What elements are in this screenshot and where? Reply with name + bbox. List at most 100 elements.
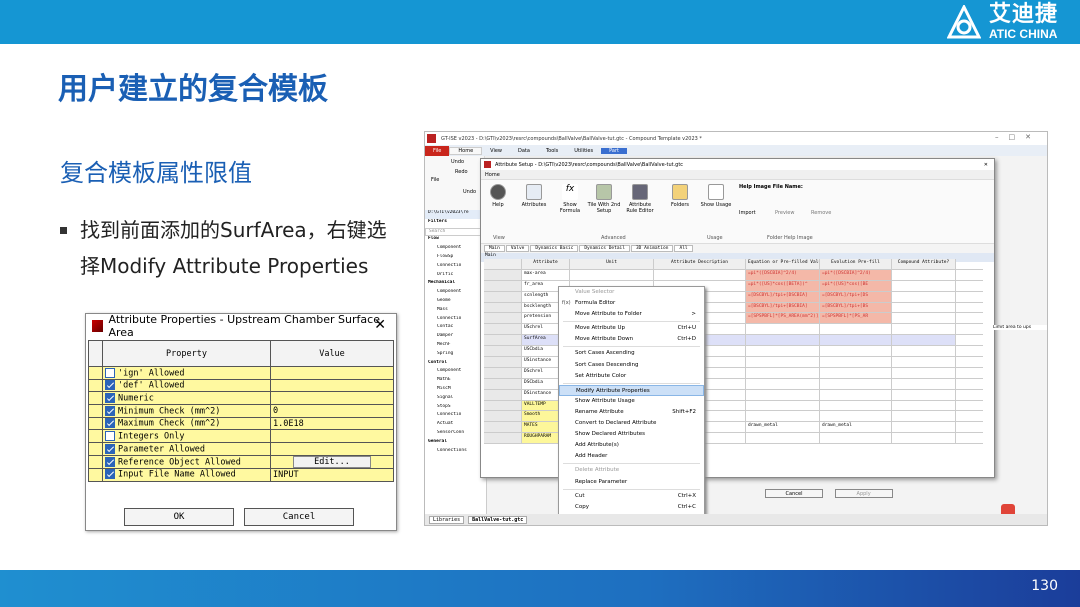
edit-button[interactable]: Edit... [293,456,371,468]
tree-item[interactable]: Component [425,368,486,377]
grid-cell[interactable] [892,411,956,422]
tree-item[interactable]: Connectio [425,412,486,421]
tree-item[interactable]: MiscM [425,386,486,395]
preview-button[interactable]: Preview [775,210,794,216]
context-menu-item[interactable]: Delete Attribute [559,465,704,476]
grid-cell[interactable]: max-area [522,269,570,280]
cancel-button[interactable]: Cancel [244,508,354,526]
filters-label[interactable]: Filters [425,219,486,228]
property-value[interactable] [270,442,394,456]
property-value[interactable]: 1.0E18 [270,416,394,431]
grid-cell[interactable] [820,400,892,411]
menu-item-utilities[interactable]: Utilities [566,148,601,154]
context-menu-item[interactable]: Move Attribute Down Ctrl+D [559,334,704,345]
checkbox[interactable] [105,380,115,391]
property-value[interactable]: Edit... [270,454,394,469]
tree-item[interactable]: SensorConn [425,430,486,439]
grid-cell[interactable] [892,400,956,411]
context-menu-item[interactable]: Sort Cases Ascending [559,348,704,359]
sheet-tab[interactable]: 3D Animation [630,245,674,252]
grid-cell[interactable]: =[SPSPBFL]*[PS_AREA(mm^2)]/10 [746,313,820,324]
cancel-button[interactable]: Cancel [765,489,823,498]
tree-item[interactable]: Spring [425,351,486,360]
grid-cell[interactable] [892,357,956,367]
grid-cell[interactable] [746,411,820,422]
grid-cell[interactable] [820,389,892,400]
grid-cell[interactable]: drawn_metal [820,422,892,433]
menu-item-part[interactable]: Part [601,147,627,154]
grid-cell[interactable] [654,269,746,280]
context-menu-item[interactable]: Show Attribute Usage [559,396,704,407]
tree-item[interactable]: Component [425,289,486,298]
show-formula-button[interactable]: fx Show Formula [553,184,587,214]
grid-cell[interactable]: =[BSCBYL]/tpi+[BSCBIA] [746,302,820,313]
grid-cell[interactable] [892,378,956,389]
grid-cell[interactable] [892,269,956,280]
property-value[interactable] [270,366,394,380]
grid-cell[interactable] [746,367,820,378]
grid-cell[interactable] [892,324,956,335]
grid-cell[interactable] [820,378,892,389]
tree-item[interactable]: Connectio [425,263,486,272]
grid-cell[interactable] [820,367,892,378]
grid-cell[interactable] [892,367,956,378]
grid-cell[interactable]: drawn_metal [746,422,820,433]
grid-cell[interactable] [746,400,820,411]
grid-cell[interactable]: =pi*([DSCBIA]^2/4) [820,269,892,280]
menu-item-file[interactable]: File [425,145,450,156]
tree-item[interactable]: Actuat [425,421,486,430]
sheet-tab[interactable]: Valve [505,245,530,252]
grid-cell[interactable]: =pi*([US]*cos([BE [820,280,892,291]
grid-cell[interactable]: =[DSCBYL]/tpi+[DS [820,291,892,302]
grid-cell[interactable] [820,346,892,357]
sheet-tab[interactable]: Main [484,245,505,252]
tree-item[interactable]: MathE [425,377,486,386]
context-menu-item[interactable]: Cut Ctrl+X [559,491,704,502]
sheet-tab[interactable]: Dynamics Basic [530,245,579,252]
property-value[interactable] [270,391,394,406]
undo-button[interactable]: Undo [425,156,484,165]
context-menu-item[interactable]: Set Attribute Color [559,371,704,382]
tab-home[interactable]: Home [485,172,500,178]
grid-cell[interactable] [892,280,956,291]
apply-button[interactable]: Apply [834,489,893,498]
grid-cell[interactable] [570,269,654,280]
rule-editor-button[interactable]: Attribute Rule Editor [623,184,657,214]
grid-cell[interactable]: =[BSCBYL]/tpi+[BS [820,302,892,313]
grid-cell[interactable]: =pi*([DSCBIA]^2/4) [746,269,820,280]
show-usage-button[interactable]: Show Usage [699,184,733,208]
window-controls-icon[interactable]: –□✕ [995,133,1041,141]
tree-item[interactable]: Geome [425,298,486,307]
grid-cell[interactable]: =pi*([US]*cos([BETA])^ [746,280,820,291]
help-button[interactable]: Help [481,184,515,208]
checkbox[interactable] [105,443,115,454]
checkbox[interactable] [105,418,115,429]
tree-item[interactable]: Orific [425,272,486,281]
grid-cell[interactable] [892,335,956,346]
property-value[interactable] [270,378,394,393]
menu-item-tools[interactable]: Tools [538,148,566,154]
attributes-button[interactable]: Attributes [517,184,551,208]
grid-cell[interactable] [820,324,892,335]
property-value[interactable]: 0 [270,404,394,418]
tree-item[interactable]: Connectio [425,316,486,325]
context-menu-item[interactable]: Copy Ctrl+C [559,502,704,513]
grid-cell[interactable] [820,335,892,346]
grid-cell[interactable]: =[DSCBYL]/tpi+[DSCBIA] [746,291,820,302]
grid-cell[interactable] [892,422,956,433]
grid-cell[interactable] [746,324,820,335]
grid-cell[interactable] [820,357,892,367]
ok-button[interactable]: OK [124,508,234,526]
grid-cell[interactable] [892,346,956,357]
checkbox[interactable] [105,405,115,416]
grid-cell[interactable] [746,378,820,389]
grid-cell[interactable] [892,291,956,302]
grid-cell[interactable] [746,346,820,357]
grid-cell[interactable] [746,389,820,400]
tree-item[interactable]: Mass [425,307,486,316]
redo-button[interactable]: Redo [425,165,484,175]
grid-cell[interactable]: =[SPSPBFL]*[PS_AR [820,313,892,324]
search-input[interactable]: Search [425,227,486,237]
menu-item-home[interactable]: Home [449,146,483,155]
grid-cell[interactable] [892,433,956,444]
